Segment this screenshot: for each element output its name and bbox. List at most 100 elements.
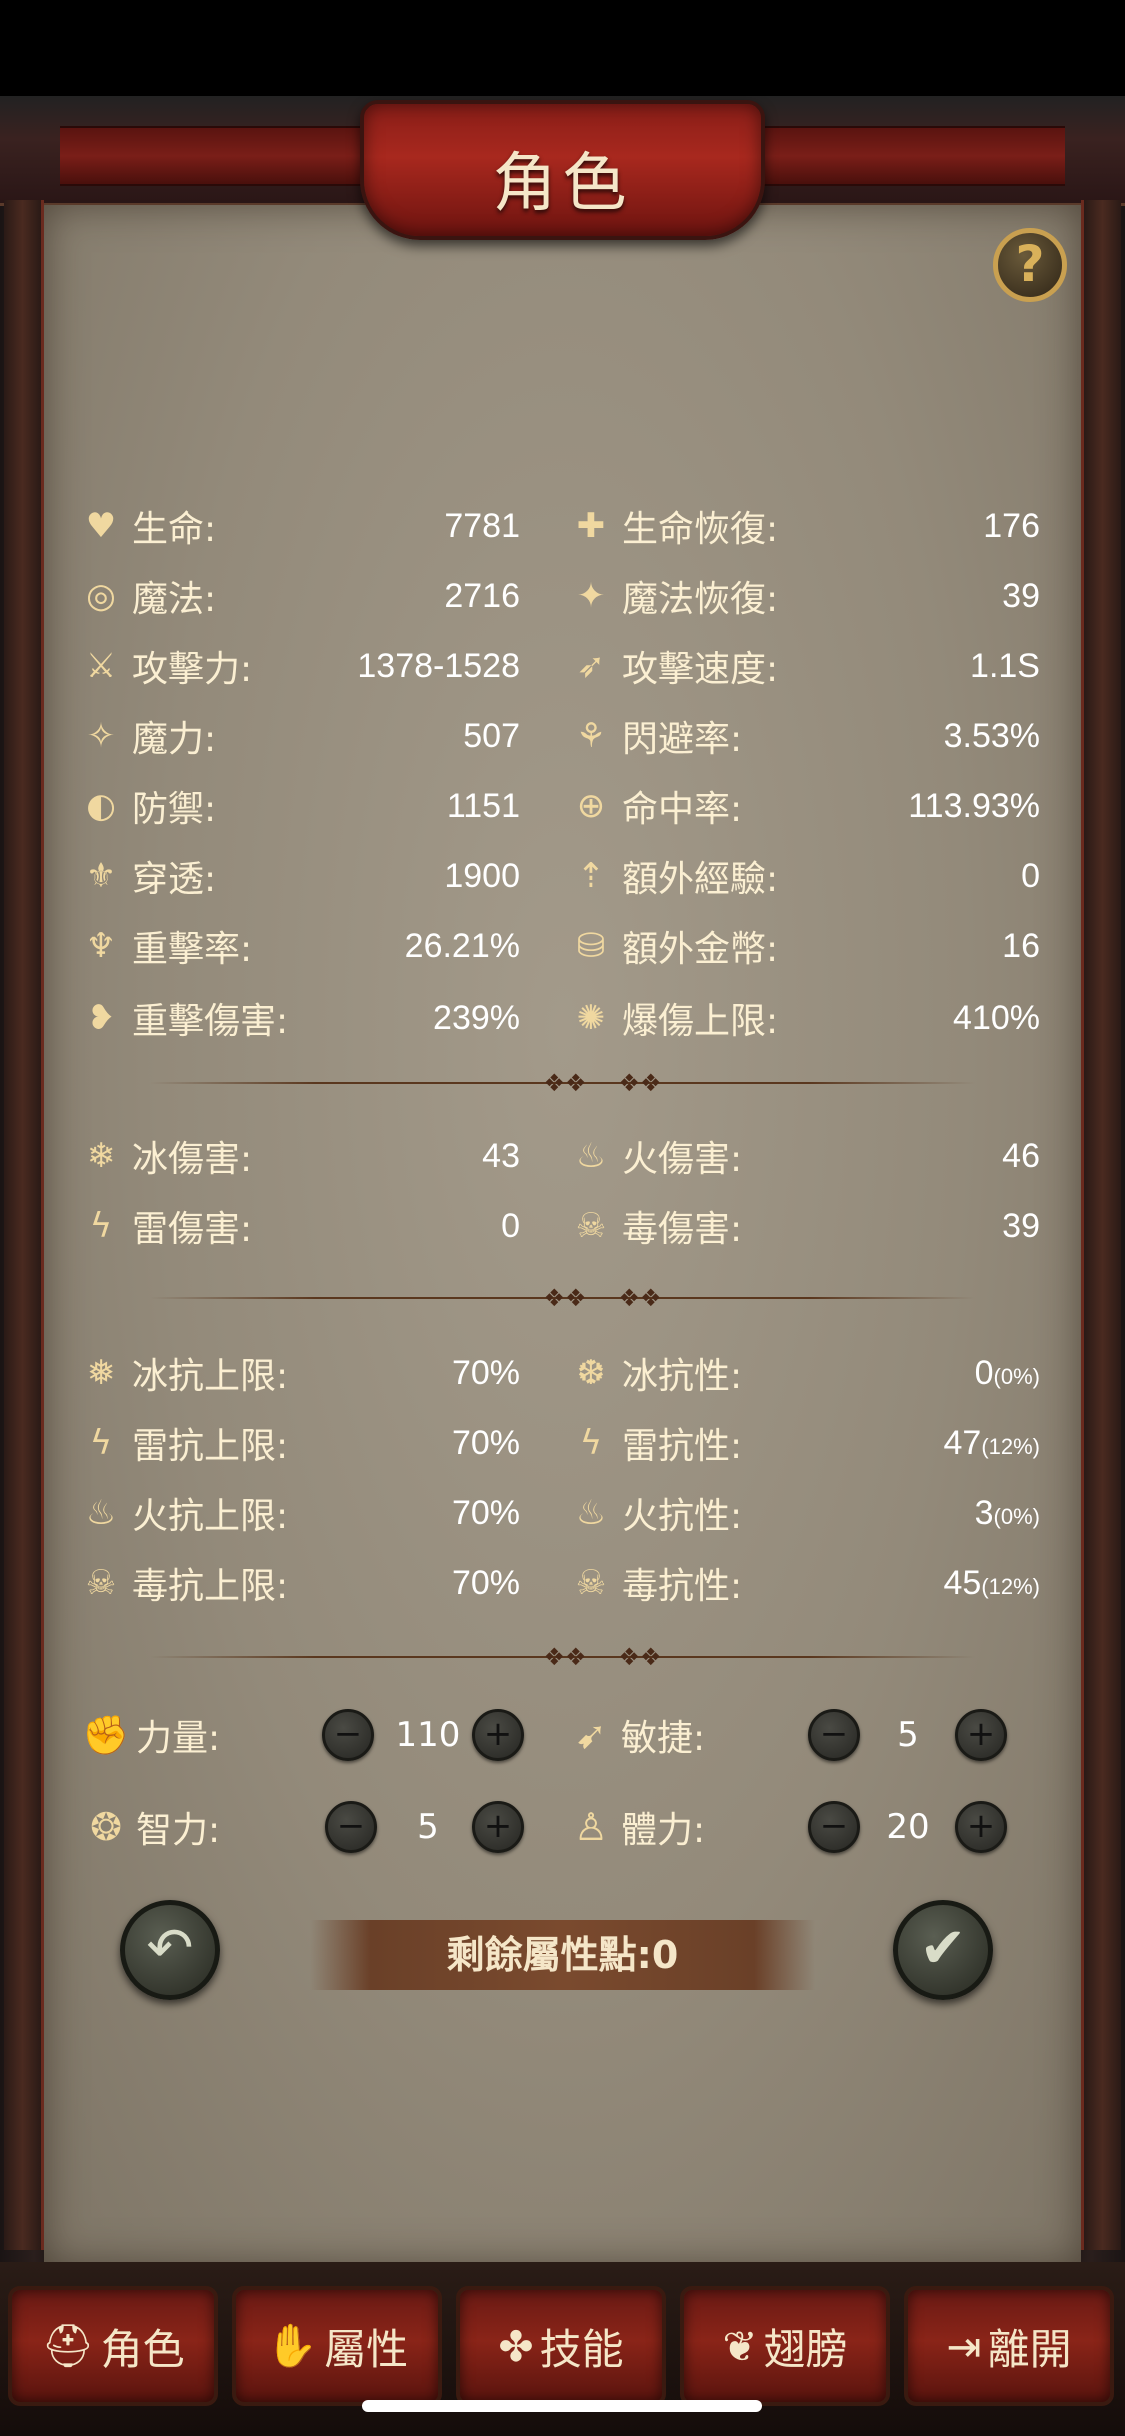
stat-value: 70% xyxy=(452,1354,520,1393)
divider: ❖❖ ❖❖ xyxy=(150,1071,975,1095)
stamina-value: 20 xyxy=(886,1807,930,1847)
heart-icon: ♥ xyxy=(85,506,117,546)
stat-value-percent: (0%) xyxy=(993,1503,1040,1529)
stat-row: ⚔ 攻擊力: 1378-1528 xyxy=(80,643,520,690)
strength-plus-button[interactable]: + xyxy=(472,1709,524,1761)
stat-label: 生命恢復: xyxy=(622,509,779,550)
stat-value-number: 1900 xyxy=(444,856,520,895)
divider: ❖❖ ❖❖ xyxy=(150,1645,975,1669)
poison-resist-icon: ☠ xyxy=(575,1563,607,1603)
stat-value: 46 xyxy=(1002,1137,1040,1176)
stat-label: 重擊率: xyxy=(132,929,253,970)
help-icon[interactable]: ? xyxy=(993,228,1067,302)
stat-label: 火抗上限: xyxy=(132,1496,289,1537)
dodge-icon: ⚘ xyxy=(575,716,607,756)
magic-icon: ✧ xyxy=(86,716,116,756)
attribute-agility: ➹ 敏捷: xyxy=(565,1705,741,1765)
broken-heart-icon: ❥ xyxy=(86,998,116,1038)
helmet-icon: ⛑ xyxy=(41,2321,95,2370)
stamina-minus-button[interactable]: − xyxy=(808,1801,860,1853)
tab-skills[interactable]: ✤ 技能 xyxy=(456,2286,666,2406)
fire-cap-icon: ♨ xyxy=(85,1493,117,1533)
stat-value-number: 1151 xyxy=(446,786,520,825)
tab-label: 技能 xyxy=(539,2324,624,2374)
stat-row: ♨ 火抗上限: 70% xyxy=(80,1490,520,1537)
stat-label: 命中率: xyxy=(622,789,743,830)
stat-label: 攻擊速度: xyxy=(622,649,779,690)
stat-value-number: 47 xyxy=(943,1423,982,1462)
stat-value: 507 xyxy=(463,717,520,756)
ice-cap-icon: ❅ xyxy=(86,1353,116,1393)
stat-label: 額外金幣: xyxy=(622,929,779,970)
stat-value: 70% xyxy=(452,1424,520,1463)
stat-row: ☠ 毒抗上限: 70% xyxy=(80,1560,520,1607)
attribute-label: 敏捷: xyxy=(621,1718,706,1759)
poison-icon: ☠ xyxy=(575,1206,607,1246)
stat-value-number: 70% xyxy=(451,1563,520,1602)
stat-row: ♥ 生命: 7781 xyxy=(80,503,520,550)
stat-row: ☠ 毒抗性: 45(12%) xyxy=(570,1560,1040,1607)
intelligence-plus-button[interactable]: + xyxy=(472,1801,524,1853)
crit-icon: ♆ xyxy=(85,926,117,966)
stamina-plus-button[interactable]: + xyxy=(955,1801,1007,1853)
attribute-label: 體力: xyxy=(621,1810,706,1851)
stat-row: ✚ 生命恢復: 176 xyxy=(570,503,1040,550)
exit-icon: ⇥ xyxy=(946,2321,982,2371)
confirm-button[interactable]: ✔ xyxy=(893,1900,993,2000)
tab-exit[interactable]: ⇥ 離開 xyxy=(904,2286,1114,2406)
stat-label: 魔法恢復: xyxy=(622,579,779,620)
stat-value-number: 0 xyxy=(501,1206,520,1245)
lightning-icon: ϟ xyxy=(89,1206,113,1246)
crosshair-icon: ⊕ xyxy=(576,786,606,826)
intelligence-value: 5 xyxy=(417,1807,439,1847)
stat-value: 2716 xyxy=(444,577,520,616)
stat-row: ◐ 防禦: 1151 xyxy=(80,783,520,830)
stat-value-number: 70% xyxy=(451,1423,520,1462)
intelligence-minus-button[interactable]: − xyxy=(325,1801,377,1853)
running-icon: ➹ xyxy=(575,1713,607,1757)
strength-value: 110 xyxy=(395,1715,461,1755)
coins-icon: ⛁ xyxy=(576,926,606,966)
attack-speed-icon: ➶ xyxy=(576,646,606,686)
stat-value-number: 16 xyxy=(1002,926,1040,965)
stat-row: ⚜ 穿透: 1900 xyxy=(80,853,520,900)
stat-row: ⚘ 閃避率: 3.53% xyxy=(570,713,1040,760)
stat-row: ϟ 雷抗上限: 70% xyxy=(80,1420,520,1467)
attribute-label: 力量: xyxy=(136,1718,221,1759)
shield-icon: ◐ xyxy=(86,786,116,826)
tab-label: 離開 xyxy=(987,2324,1072,2374)
stat-value-number: 2716 xyxy=(444,576,520,615)
stat-value: 113.93% xyxy=(908,787,1040,826)
stat-value: 26.21% xyxy=(405,927,520,966)
right-border xyxy=(1081,200,1121,2250)
attributes-icon: ✋ xyxy=(265,2321,319,2370)
pierce-icon: ⚜ xyxy=(85,856,117,896)
mana-regen-icon: ✦ xyxy=(576,576,606,616)
brain-icon: ❂ xyxy=(90,1805,122,1849)
stat-value-number: 70% xyxy=(451,1493,520,1532)
stat-label: 穿透: xyxy=(132,859,217,900)
back-button[interactable]: ↶ xyxy=(120,1900,220,2000)
stat-value: 43 xyxy=(482,1137,520,1176)
stat-label: 重擊傷害: xyxy=(132,1001,289,1042)
stat-label: 火傷害: xyxy=(622,1139,743,1180)
stat-value: 45(12%) xyxy=(943,1564,1040,1603)
attribute-stamina: ♙ 體力: xyxy=(565,1797,741,1857)
tab-wings[interactable]: ❦ 翅膀 xyxy=(680,2286,890,2406)
stat-value: 70% xyxy=(452,1494,520,1533)
strength-minus-button[interactable]: − xyxy=(322,1709,374,1761)
agility-minus-button[interactable]: − xyxy=(808,1709,860,1761)
tab-character[interactable]: ⛑ 角色 xyxy=(8,2286,218,2406)
stat-value-number: 176 xyxy=(983,506,1040,545)
stat-value: 39 xyxy=(1002,577,1040,616)
page-title: 角色 xyxy=(492,147,633,221)
agility-plus-button[interactable]: + xyxy=(955,1709,1007,1761)
tab-attributes[interactable]: ✋ 屬性 xyxy=(232,2286,442,2406)
stat-value: 1.1S xyxy=(970,647,1040,686)
stat-row: ❥ 重擊傷害: 239% xyxy=(80,995,520,1042)
stat-value: 176 xyxy=(983,507,1040,546)
swirl-icon: ◎ xyxy=(86,576,116,616)
stat-row: ♨ 火傷害: 46 xyxy=(570,1133,1040,1180)
stat-label: 魔法: xyxy=(132,579,217,620)
stat-label: 閃避率: xyxy=(622,719,743,760)
